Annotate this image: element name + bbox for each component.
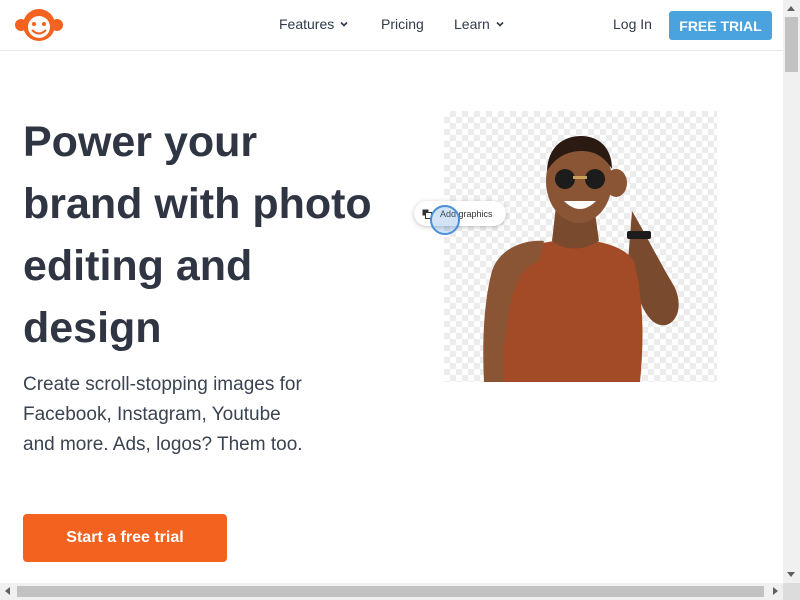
monkey-logo-icon[interactable]	[14, 7, 64, 43]
site-header: Features Pricing Learn Log In FREE TRIAL	[0, 0, 783, 51]
scroll-down-arrow-icon[interactable]	[787, 572, 795, 577]
woman-with-sunglasses-image	[483, 136, 679, 382]
hero-title: Power your brand with photo editing and …	[23, 118, 372, 352]
scroll-left-arrow-icon[interactable]	[5, 587, 10, 595]
nav-features[interactable]: Features	[279, 16, 349, 32]
hero-subtitle: Create scroll-stopping images for Facebo…	[23, 374, 303, 455]
add-graphics-tooltip[interactable]: Add graphics	[414, 201, 506, 226]
free-trial-button[interactable]: FREE TRIAL	[669, 11, 772, 40]
horizontal-scrollbar[interactable]	[0, 583, 783, 600]
nav-pricing[interactable]: Pricing	[381, 16, 424, 32]
cursor-highlight	[430, 205, 460, 235]
transparent-background-canvas	[444, 111, 717, 382]
nav-features-label: Features	[279, 16, 335, 32]
vertical-scroll-thumb[interactable]	[785, 17, 798, 72]
start-free-trial-button[interactable]: Start a free trial	[23, 514, 227, 562]
nav-learn-label: Learn	[454, 16, 490, 32]
vertical-scrollbar[interactable]	[783, 0, 800, 583]
scroll-right-arrow-icon[interactable]	[773, 587, 778, 595]
chevron-down-icon	[340, 21, 348, 27]
chevron-down-icon	[496, 21, 504, 27]
nav-pricing-label: Pricing	[381, 16, 424, 32]
nav-learn[interactable]: Learn	[454, 16, 505, 32]
scroll-up-arrow-icon[interactable]	[787, 6, 795, 11]
horizontal-scroll-thumb[interactable]	[17, 586, 764, 597]
scrollbar-corner	[783, 583, 800, 600]
login-link[interactable]: Log In	[613, 16, 652, 32]
